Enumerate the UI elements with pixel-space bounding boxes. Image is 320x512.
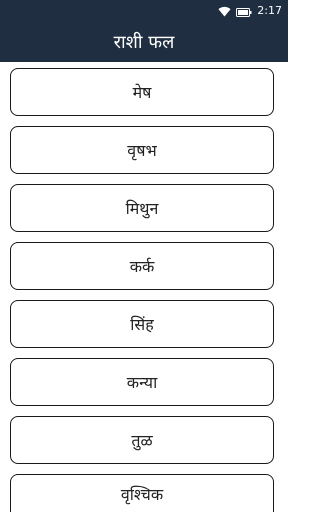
rashi-item-vrishchik[interactable]: वृश्चिक — [10, 474, 274, 512]
battery-icon — [236, 2, 252, 21]
rashi-item-kark[interactable]: कर्क — [10, 242, 274, 290]
rashi-label: कन्या — [126, 373, 158, 392]
rashi-item-sinh[interactable]: सिंह — [10, 300, 274, 348]
rashi-label: तुळ — [131, 431, 153, 450]
rashi-label: मेष — [132, 83, 152, 102]
app-title: राशी फल — [113, 32, 175, 53]
status-bar: 2:17 — [0, 0, 288, 22]
rashi-item-vrishabh[interactable]: वृषभ — [10, 126, 274, 174]
rashi-label: वृषभ — [127, 141, 157, 160]
rashi-item-mithun[interactable]: मिथुन — [10, 184, 274, 232]
status-time: 2:17 — [257, 4, 282, 17]
wifi-icon — [218, 2, 231, 21]
rashi-label: वृश्चिक — [120, 484, 164, 504]
rashi-label: सिंह — [130, 315, 154, 334]
rashi-item-tul[interactable]: तुळ — [10, 416, 274, 464]
app-bar: राशी फल — [0, 22, 288, 62]
rashi-item-mesh[interactable]: मेष — [10, 68, 274, 116]
status-icons: 2:17 — [218, 4, 282, 18]
rashi-item-kanya[interactable]: कन्या — [10, 358, 274, 406]
rashi-label: मिथुन — [125, 199, 159, 218]
rashi-label: कर्क — [129, 257, 155, 276]
